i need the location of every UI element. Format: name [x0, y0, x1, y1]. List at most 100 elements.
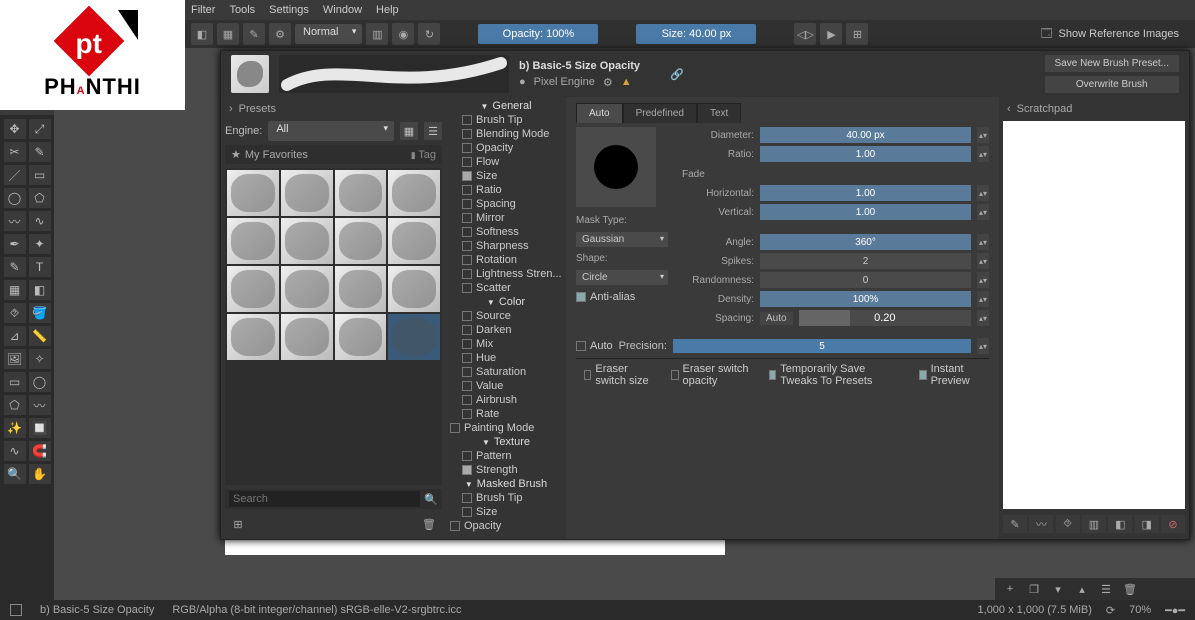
engine-dropdown[interactable]: All	[268, 121, 394, 141]
select-free-tool[interactable]: 〰	[29, 395, 51, 415]
menu-window[interactable]: Window	[323, 4, 362, 16]
preset-item[interactable]	[335, 314, 387, 360]
select-rect-tool[interactable]: ▭	[4, 372, 26, 392]
tree-item[interactable]: Lightness Stren...	[446, 267, 566, 281]
tree-item[interactable]: Hue	[446, 351, 566, 365]
spinner-icon[interactable]: ▴▾	[977, 253, 989, 269]
temp-save-checkbox[interactable]	[769, 370, 776, 380]
tree-item[interactable]: Brush Tip	[446, 491, 566, 505]
tree-checkbox[interactable]	[462, 213, 472, 223]
dyna-tool[interactable]: ✒	[4, 234, 26, 254]
tree-checkbox[interactable]	[462, 381, 472, 391]
tree-checkbox[interactable]	[462, 395, 472, 405]
settings-icon[interactable]: ⚙	[603, 76, 613, 89]
tab-text[interactable]: Text	[697, 103, 741, 123]
brush-settings-icon[interactable]: ⚙	[269, 23, 291, 45]
brush-thumbnail[interactable]	[231, 55, 269, 93]
preset-item[interactable]	[227, 218, 279, 264]
reference-images-button[interactable]: 🗔 Show Reference Images	[1031, 25, 1189, 44]
tree-item[interactable]: Value	[446, 379, 566, 393]
line-tool[interactable]: ／	[4, 165, 26, 185]
grid-view-icon[interactable]: ▦	[400, 122, 418, 140]
menu-settings[interactable]: Settings	[269, 4, 309, 16]
props-icon[interactable]: ☰	[1097, 581, 1115, 597]
select-circ-tool[interactable]: ◯	[29, 372, 51, 392]
tree-item[interactable]: Opacity	[446, 519, 566, 533]
preset-item[interactable]	[335, 266, 387, 312]
tree-checkbox[interactable]	[462, 493, 472, 503]
tree-checkbox[interactable]	[462, 199, 472, 209]
tree-checkbox[interactable]	[450, 521, 460, 531]
up-icon[interactable]: ▴	[1073, 581, 1091, 597]
overwrite-button[interactable]: Overwrite Brush	[1045, 76, 1180, 93]
pattern-tool[interactable]: ▦	[4, 280, 26, 300]
precision-auto-checkbox[interactable]	[576, 341, 586, 351]
fill-tool[interactable]: 🪣	[29, 303, 51, 323]
spinner-icon[interactable]: ▴▾	[977, 291, 989, 307]
select-similar-tool[interactable]: 🔲	[29, 418, 51, 438]
spinner-icon[interactable]: ▴▾	[977, 204, 989, 220]
spinner-icon[interactable]: ▴▾	[977, 146, 989, 162]
horizontal-slider[interactable]: 1.00	[760, 185, 971, 201]
preset-item[interactable]	[388, 266, 440, 312]
move-tool[interactable]: ✥	[4, 119, 26, 139]
preset-item[interactable]	[281, 266, 333, 312]
tree-item[interactable]: Darken	[446, 323, 566, 337]
tree-item[interactable]: Painting Mode	[446, 421, 566, 435]
eraser-size-checkbox[interactable]	[584, 370, 591, 380]
tree-item[interactable]: Mirror	[446, 211, 566, 225]
tree-item[interactable]: Rotation	[446, 253, 566, 267]
tag-label[interactable]: ▮ Tag	[411, 149, 436, 161]
zoom-tool[interactable]: 🔍	[4, 464, 26, 484]
tree-checkbox[interactable]	[462, 465, 472, 475]
delete-preset-icon[interactable]: 🗑	[420, 515, 438, 533]
opacity-slider[interactable]: Opacity: 100%	[478, 24, 598, 44]
spinner-icon[interactable]: ▴▾	[977, 185, 989, 201]
link-icon[interactable]: 🔗	[670, 68, 684, 81]
tree-item[interactable]: Softness	[446, 225, 566, 239]
zoom-value[interactable]: 70%	[1129, 604, 1151, 616]
freehand-tool[interactable]: ✎	[29, 142, 51, 162]
save-preset-button[interactable]: Save New Brush Preset...	[1045, 55, 1180, 72]
scratch-layers-icon[interactable]: ▥	[1082, 515, 1106, 533]
tree-checkbox[interactable]	[462, 353, 472, 363]
mirror-h-icon[interactable]: ◁▷	[794, 23, 816, 45]
tree-checkbox[interactable]	[462, 325, 472, 335]
search-icon[interactable]: 🔍	[424, 493, 438, 506]
list-view-icon[interactable]: ☰	[424, 122, 442, 140]
preset-item[interactable]	[335, 218, 387, 264]
brush-preset-icon[interactable]: ✎	[243, 23, 265, 45]
ratio-slider[interactable]: 1.00	[760, 146, 971, 162]
preset-item[interactable]	[227, 266, 279, 312]
tree-checkbox[interactable]	[462, 241, 472, 251]
preset-item[interactable]	[388, 314, 440, 360]
diameter-slider[interactable]: 40.00 px	[760, 127, 971, 143]
polygon-tool[interactable]: ⬠	[29, 188, 51, 208]
tree-checkbox[interactable]	[462, 409, 472, 419]
smart-tool[interactable]: ✧	[29, 349, 51, 369]
tree-checkbox[interactable]	[462, 283, 472, 293]
tree-checkbox[interactable]	[462, 451, 472, 461]
tree-item[interactable]: Ratio	[446, 183, 566, 197]
tree-checkbox[interactable]	[462, 339, 472, 349]
favorites-row[interactable]: My Favorites ▮ Tag	[225, 145, 442, 164]
duplicate-icon[interactable]: ❐	[1025, 581, 1043, 597]
crop-tool[interactable]: ✂	[4, 142, 26, 162]
tree-category[interactable]: ▼Masked Brush	[446, 477, 566, 491]
scratchpad-title[interactable]: Scratchpad	[1017, 103, 1073, 115]
vertical-slider[interactable]: 1.00	[760, 204, 971, 220]
gradient-tool[interactable]: ◧	[29, 280, 51, 300]
tree-checkbox[interactable]	[462, 367, 472, 377]
tree-checkbox[interactable]	[450, 423, 460, 433]
add-preset-icon[interactable]: ⊞	[229, 515, 247, 533]
preset-item[interactable]	[227, 314, 279, 360]
reload-icon[interactable]: ↻	[418, 23, 440, 45]
spinner-icon[interactable]: ▴▾	[977, 127, 989, 143]
tree-item[interactable]: Size	[446, 169, 566, 183]
tree-item[interactable]: Source	[446, 309, 566, 323]
tree-checkbox[interactable]	[462, 115, 472, 125]
tree-item[interactable]: Saturation	[446, 365, 566, 379]
mask-dropdown[interactable]: Gaussian	[576, 232, 668, 247]
preset-search-input[interactable]	[229, 491, 420, 507]
presets-header[interactable]: Presets	[239, 103, 276, 115]
